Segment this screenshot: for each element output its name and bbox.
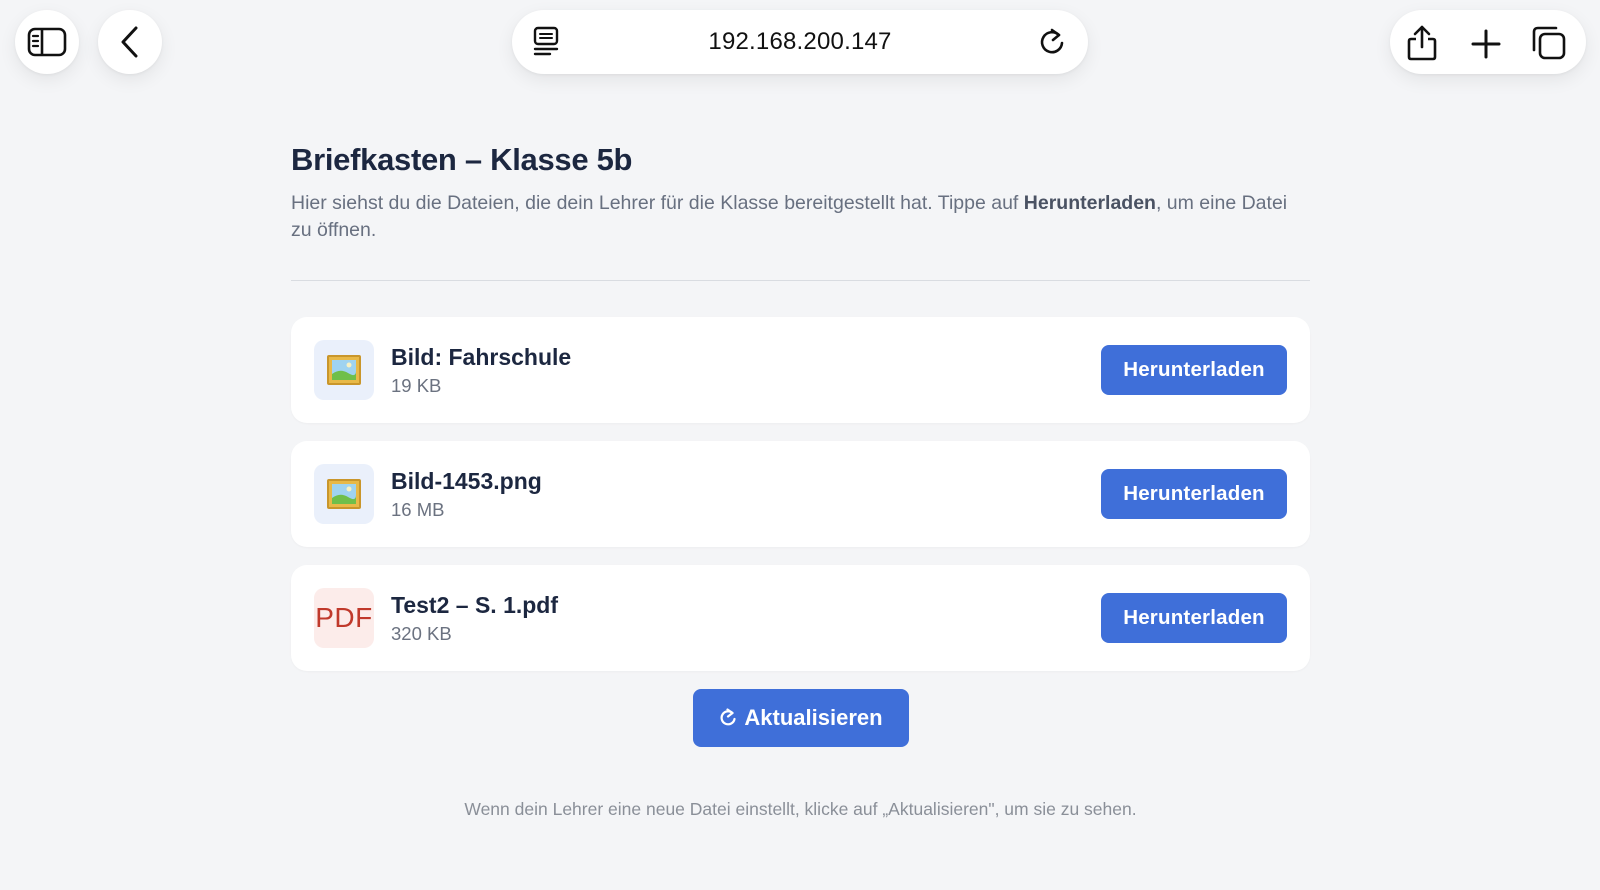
file-size: 320 KB xyxy=(391,623,452,644)
address-bar[interactable]: 192.168.200.147 xyxy=(512,10,1088,74)
sidebar-toggle-button[interactable] xyxy=(15,10,79,74)
new-tab-plus-icon[interactable] xyxy=(1470,28,1502,60)
refresh-button[interactable]: Aktualisieren xyxy=(692,689,909,747)
page-title: Briefkasten – Klasse 5b xyxy=(291,142,633,177)
file-type-badge xyxy=(314,340,374,400)
refresh-icon xyxy=(720,708,737,726)
reload-icon[interactable] xyxy=(1036,26,1068,58)
file-type-badge xyxy=(314,464,374,524)
intro-text-bold: Herunterladen xyxy=(1023,192,1156,214)
pdf-icon: PDF xyxy=(314,588,374,648)
url-text: 192.168.200.147 xyxy=(708,28,892,55)
download-button[interactable]: Herunterladen xyxy=(1101,345,1287,395)
download-button[interactable]: Herunterladen xyxy=(1101,593,1287,643)
page-content: Briefkasten – Klasse 5b Hier siehst du d… xyxy=(291,140,1310,820)
file-name: Bild-1453.png xyxy=(391,468,542,494)
intro-text: Hier siehst du die Dateien, die dein Leh… xyxy=(291,190,1301,244)
file-card: Bild-1453.png 16 MB Herunterladen xyxy=(291,441,1310,547)
framed-picture-icon xyxy=(327,355,361,385)
file-size: 16 MB xyxy=(391,499,445,520)
hint-text: Wenn dein Lehrer eine neue Datei einstel… xyxy=(464,799,1137,819)
refresh-button-label: Aktualisieren xyxy=(744,705,883,730)
divider xyxy=(291,280,1310,281)
framed-picture-icon xyxy=(327,479,361,509)
download-button[interactable]: Herunterladen xyxy=(1101,469,1287,519)
share-icon[interactable] xyxy=(1404,24,1440,62)
intro-text-start: Hier siehst du die Dateien, die dein Leh… xyxy=(291,192,1024,214)
back-button[interactable] xyxy=(98,10,162,74)
file-size: 19 KB xyxy=(391,375,442,396)
chevron-left-icon xyxy=(121,26,138,58)
file-list: Bild: Fahrschule 19 KB Herunterladen Bil… xyxy=(291,317,1310,671)
file-card: PDF Test2 – S. 1.pdf 320 KB Herunterlade… xyxy=(291,565,1310,671)
browser-toolbar: 192.168.200.147 xyxy=(0,0,1600,100)
pdf-icon-label: PDF xyxy=(315,602,373,633)
tabs-overview-icon[interactable] xyxy=(1530,24,1568,62)
toolbar-actions xyxy=(1390,10,1586,74)
file-name: Test2 – S. 1.pdf xyxy=(391,592,559,618)
sidebar-icon xyxy=(27,27,67,57)
file-name: Bild: Fahrschule xyxy=(391,344,572,370)
file-card: Bild: Fahrschule 19 KB Herunterladen xyxy=(291,317,1310,423)
refresh-container: Aktualisieren xyxy=(291,689,1310,747)
